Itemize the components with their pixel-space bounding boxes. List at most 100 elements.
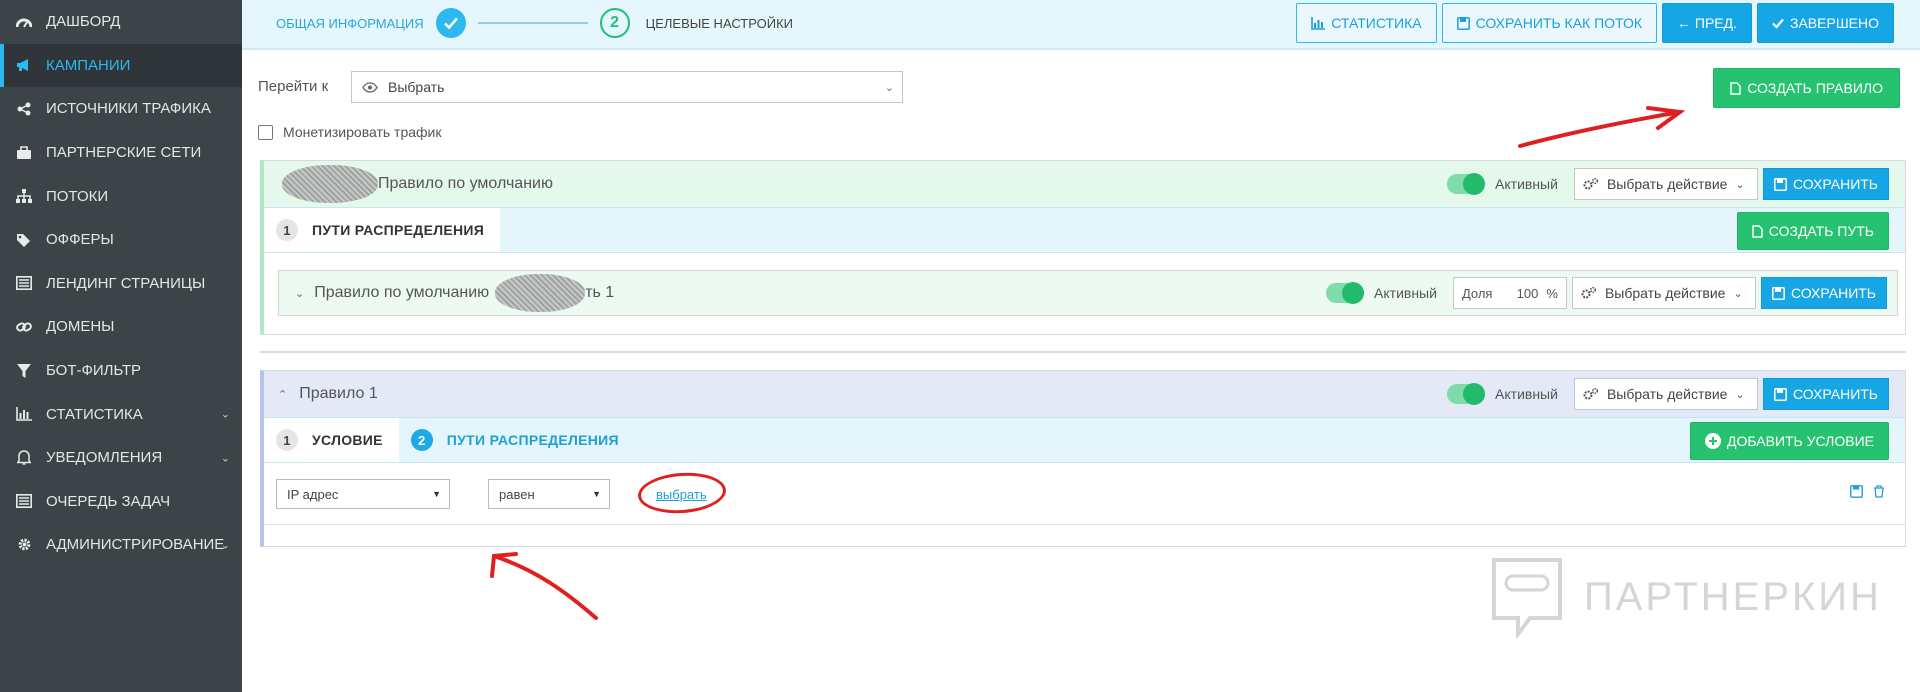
bell-icon [14,449,34,467]
sidebar-item-label: Администрирование [46,536,225,554]
redacted-area [282,165,378,203]
condition-field-value: IP адрес [287,486,339,502]
prev-button[interactable]: ← Пред. [1662,3,1753,43]
sidebar-item-11[interactable]: Очередь задач [0,480,242,524]
action-select-value: Выбрать действие [1606,386,1728,402]
create-path-label: Создать путь [1768,223,1874,239]
path-title-start: Правило по умолчанию [314,284,490,301]
monetize-traffic[interactable]: Монетизировать трафик [258,124,442,140]
sidebar-item-2[interactable]: Источники трафика [0,87,242,131]
path-title-end: ть 1 [585,284,615,301]
save-as-flow-button[interactable]: Сохранить как поток [1441,3,1658,43]
action-select-value: Выбрать действие [1604,285,1726,301]
caret-down-icon: ▼ [592,489,601,499]
finish-button[interactable]: Завершено [1757,3,1894,43]
chevron-down-icon: ⌄ [1735,178,1745,191]
sidebar-item-5[interactable]: Офферы [0,218,242,262]
floppy-icon [1771,286,1785,300]
tab-label: Условие [312,432,383,448]
save-button[interactable]: Сохранить [1760,277,1887,309]
create-rule-button[interactable]: Создать правило [1713,68,1900,108]
share-label: Доля [1461,285,1493,301]
action-select[interactable]: Выбрать действие ⌄ [1571,277,1756,309]
action-select[interactable]: Выбрать действие ⌄ [1573,378,1758,410]
active-label: Активный [1495,176,1558,192]
step-connector [477,22,588,24]
sidebar-item-9[interactable]: Статистика ⌄ [0,392,242,436]
tab-distribution-paths[interactable]: 2 Пути распределения [399,418,635,462]
sidebar-item-label: Статистика [46,405,143,423]
step-target-settings[interactable]: Целевые настройки [646,16,793,31]
trash-icon[interactable] [1873,485,1885,501]
condition-field-select[interactable]: IP адрес ▼ [276,479,450,509]
chevron-down-icon: ⌄ [1735,388,1745,401]
share-unit: % [1546,285,1558,301]
step-number[interactable]: 2 [599,8,630,38]
active-toggle[interactable] [1326,282,1365,304]
sidebar-item-1[interactable]: Кампании [0,43,242,88]
sidebar-item-7[interactable]: Домены [0,305,242,349]
condition-operator-select[interactable]: равен ▼ [488,479,610,509]
goto-select[interactable]: Выбрать ⌄ [351,71,903,103]
chevron-down-icon[interactable]: ⌄ [295,287,304,300]
main-content: Общая информация 2 Целевые настройки Ста… [242,0,1920,692]
tags-icon [14,231,34,249]
rule-default-header[interactable]: Правило по умолчанию Активный Выбрать де… [264,161,1905,207]
sidebar-item-8[interactable]: Бот-фильтр [0,349,242,393]
top-actions: Статистика Сохранить как поток ← Пред. З… [1296,3,1894,43]
sidebar-item-4[interactable]: Потоки [0,174,242,218]
floppy-icon[interactable] [1850,485,1863,501]
save-button[interactable]: Сохранить [1762,168,1889,200]
active-toggle[interactable] [1447,173,1486,195]
goto-select-value: Выбрать [388,79,445,95]
step-general-info[interactable]: Общая информация [276,16,424,31]
sidebar-item-label: Лендинг страницы [46,274,206,292]
file-icon [1752,224,1763,238]
active-toggle[interactable] [1447,383,1486,405]
rule-1-title: Правило 1 [299,385,378,402]
pick-value-link[interactable]: выбрать [656,487,707,502]
sidebar-item-6[interactable]: Лендинг страницы [0,262,242,306]
rule-1-header[interactable]: ⌃ Правило 1 Активный Выбрать действие ⌄ … [264,371,1905,417]
sidebar-item-10[interactable]: Уведомления ⌄ [0,436,242,480]
sidebar-item-3[interactable]: Партнерские сети [0,131,242,175]
gears-icon [1583,387,1599,401]
share-input[interactable]: Доля 100 % [1452,277,1567,309]
sidebar-item-12[interactable]: Администрирование ⌄ [0,523,242,567]
tab-distribution-paths[interactable]: 1 Пути распределения [264,208,501,252]
watermark-text: ПАРТНЕРКИН [1584,574,1882,619]
save-button[interactable]: Сохранить [1762,378,1889,410]
rule-default-panel: Правило по умолчанию Активный Выбрать де… [260,160,1906,335]
gears-icon [1581,286,1597,300]
action-select[interactable]: Выбрать действие ⌄ [1573,168,1758,200]
tab-number: 1 [276,429,298,451]
caret-down-icon: ▼ [432,489,441,499]
add-condition-label: Добавить условие [1727,433,1874,449]
sidebar-item-0[interactable]: Дашборд [0,0,242,44]
rule-1-controls: Активный Выбрать действие ⌄ Сохранить [1447,378,1889,410]
chevron-down-icon: ⌄ [220,539,230,552]
statistics-button[interactable]: Статистика [1296,3,1437,43]
plus-circle-icon [1705,433,1722,449]
floppy-icon [1773,177,1787,191]
chevron-up-icon[interactable]: ⌃ [278,388,287,401]
path-row[interactable]: ⌄ Правило по умолчанию ть 1 Активный Дол… [278,270,1898,316]
sidebar-item-label: Офферы [46,231,114,249]
add-condition-button[interactable]: Добавить условие [1690,422,1889,460]
chevron-down-icon: ⌄ [220,408,230,421]
sidebar-item-label: Партнерские сети [46,144,202,162]
sidebar-item-label: Уведомления [46,449,163,467]
gear-icon [14,536,34,554]
save-as-flow-label: Сохранить как поток [1475,15,1643,31]
monetize-checkbox[interactable] [258,124,273,140]
sidebar-item-label: Очередь задач [46,492,171,510]
chevron-down-icon: ⌄ [1733,287,1743,300]
create-path-button[interactable]: Создать путь [1736,212,1889,250]
tab-condition[interactable]: 1 Условие [264,418,399,462]
tab-number: 2 [410,429,433,451]
watermark: ПАРТНЕРКИН [1490,556,1882,638]
condition-row-actions [1850,485,1885,501]
rule-default-tabs: 1 Пути распределения Создать путь [264,207,1905,253]
list-icon [14,274,34,292]
eye-icon [362,81,378,93]
